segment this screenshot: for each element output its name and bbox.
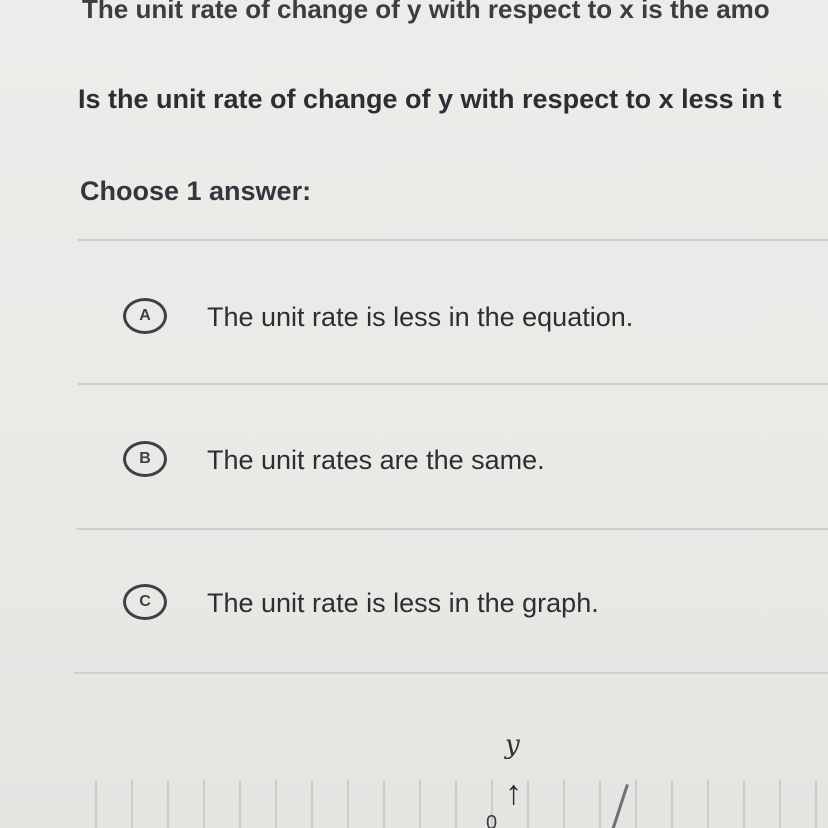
choice-a-radio-icon[interactable]: A (123, 298, 167, 334)
divider-top (78, 239, 828, 241)
graph-axis-number: 0 (486, 812, 498, 828)
question-text: Is the unit rate of change of y with res… (78, 84, 782, 114)
divider-bottom (74, 672, 828, 674)
choice-a[interactable]: A The unit rate is less in the equation. (0, 280, 828, 360)
choice-b-text[interactable]: The unit rates are the same. (207, 445, 545, 476)
choice-c-radio-icon[interactable]: C (123, 584, 167, 620)
graph-y-axis-label: y (505, 730, 520, 760)
choice-b-radio-icon[interactable]: B (123, 441, 167, 477)
choice-a-text[interactable]: The unit rate is less in the equation. (207, 302, 633, 333)
choice-c[interactable]: C The unit rate is less in the graph. (0, 566, 828, 646)
graph-grid (95, 780, 828, 828)
choose-answer-prompt: Choose 1 answer: (80, 176, 312, 206)
choice-c-text[interactable]: The unit rate is less in the graph. (207, 588, 599, 619)
khan-question-screen: The unit rate of change of y with respec… (0, 0, 828, 828)
divider-b-c (76, 528, 828, 530)
divider-a-b (78, 383, 828, 385)
y-axis-arrow-icon: ↑ (505, 774, 522, 812)
choice-b[interactable]: B The unit rates are the same. (0, 423, 828, 503)
previous-text-line: The unit rate of change of y with respec… (82, 0, 770, 24)
